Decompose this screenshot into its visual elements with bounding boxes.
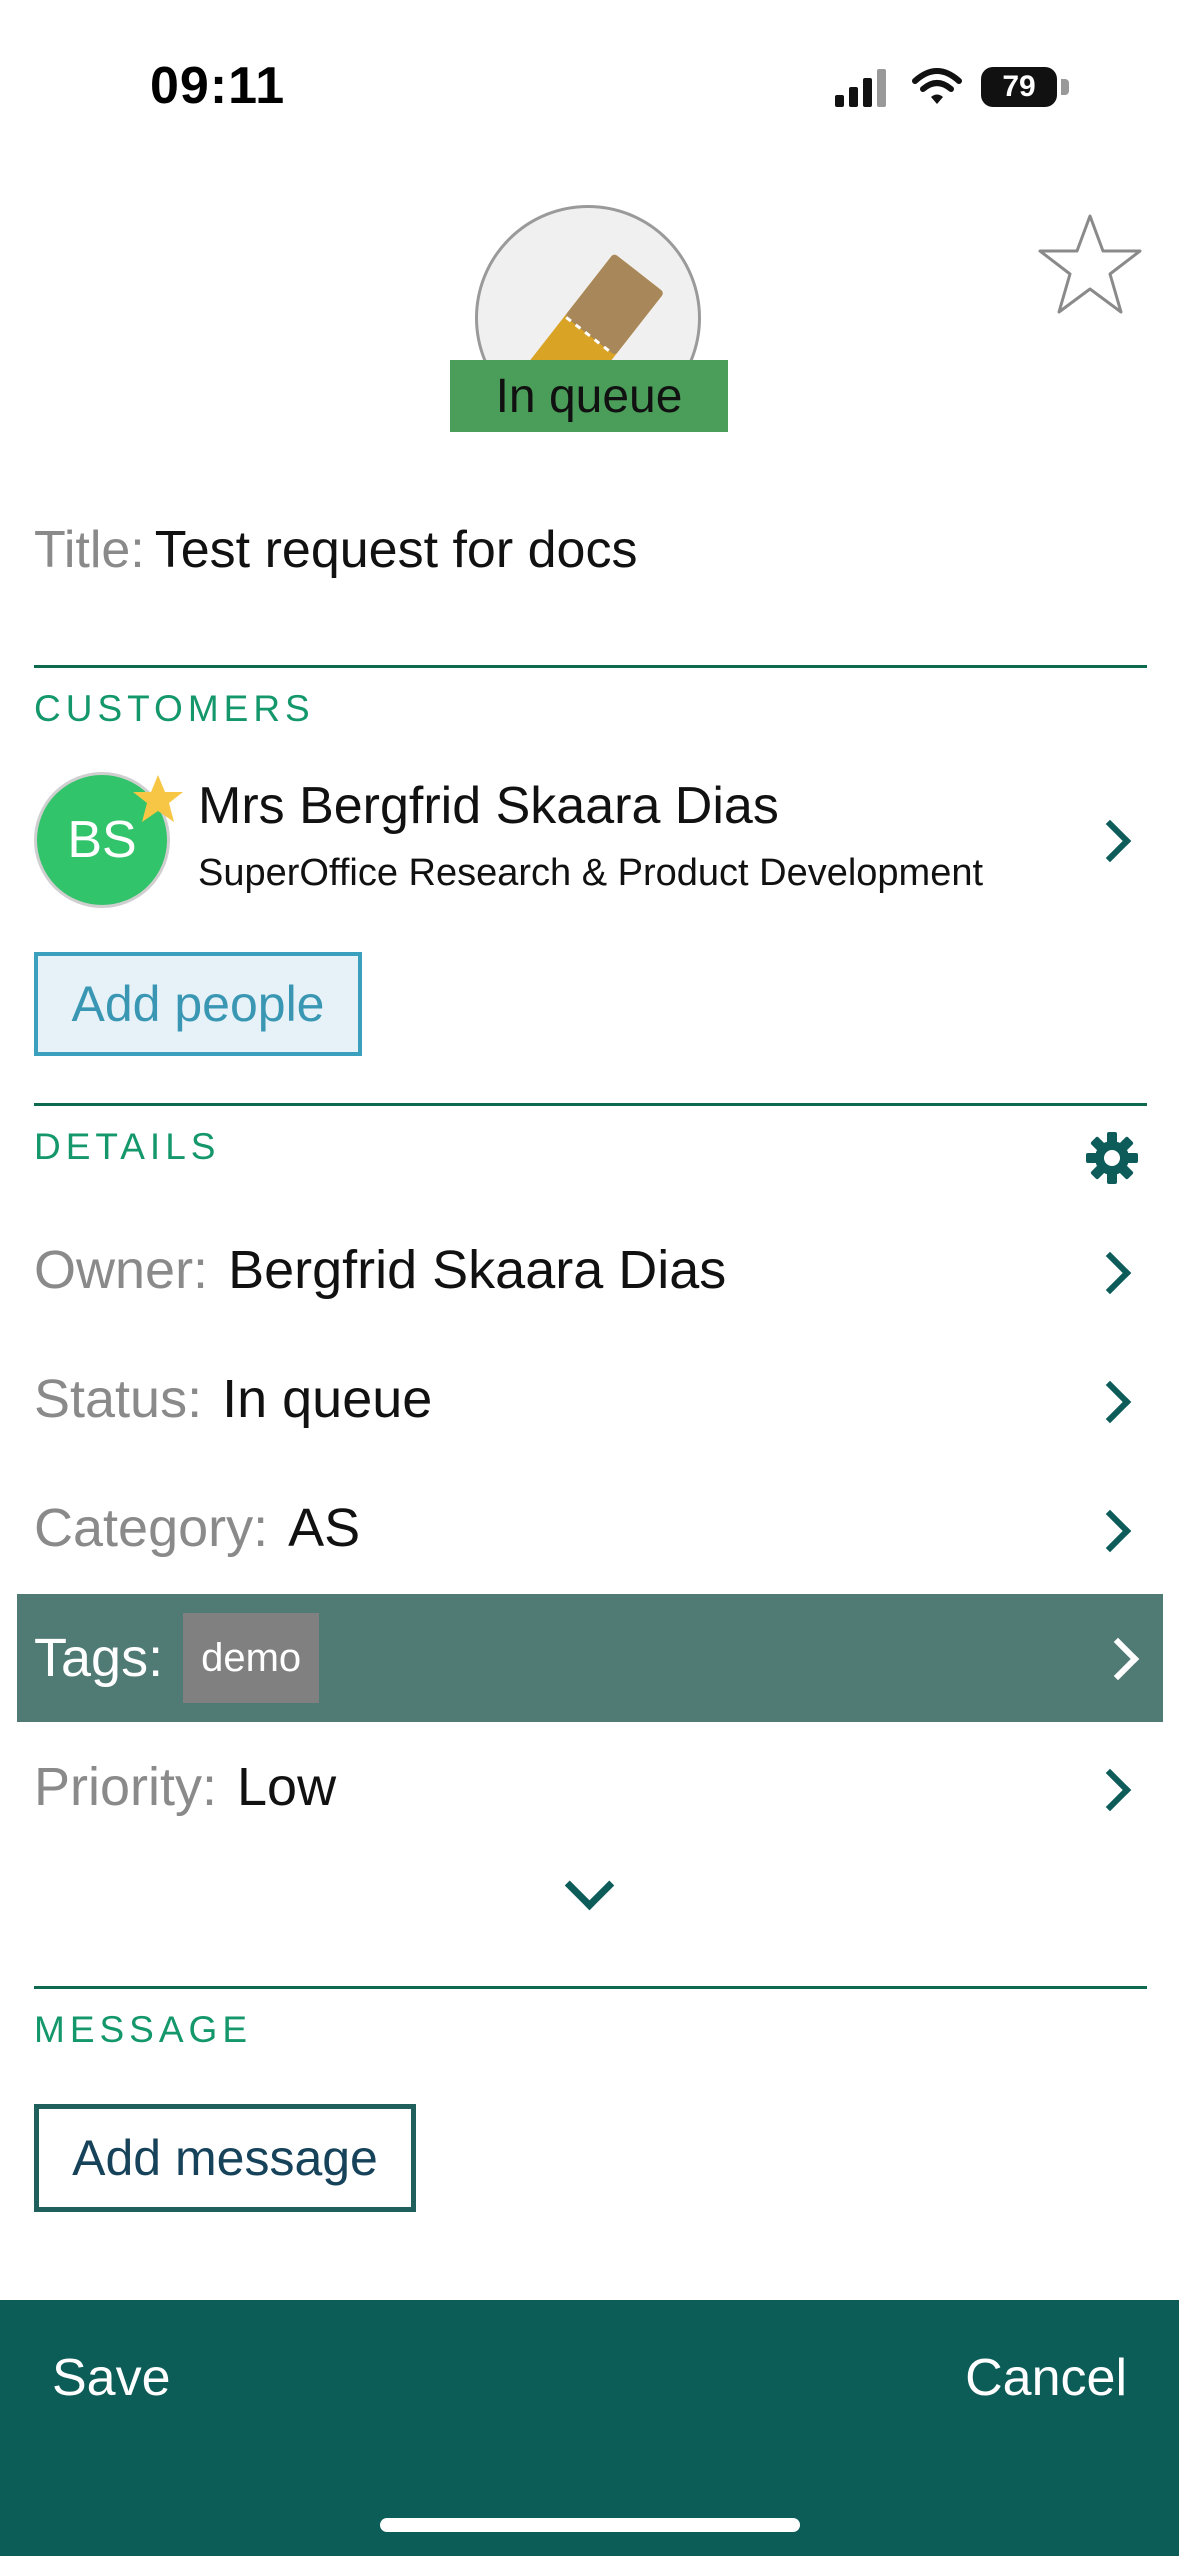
save-button[interactable]: Save bbox=[52, 2348, 171, 2408]
customer-row[interactable] bbox=[0, 760, 1179, 920]
status-label: Status: bbox=[34, 1369, 203, 1429]
wifi-icon bbox=[912, 68, 962, 104]
tag-chip: demo bbox=[183, 1613, 320, 1703]
gear-icon[interactable] bbox=[1084, 1130, 1140, 1186]
chevron-right-icon bbox=[1088, 819, 1132, 863]
details-section-heading: DETAILS bbox=[34, 1126, 221, 1167]
chevron-right-icon bbox=[1096, 1637, 1140, 1681]
category-label: Category: bbox=[34, 1498, 269, 1558]
owner-value: Bergfrid Skaara Dias bbox=[228, 1240, 727, 1300]
tags-row[interactable]: Tags: demo bbox=[17, 1594, 1163, 1722]
priority-label: Priority: bbox=[34, 1757, 218, 1817]
title-label: Title: bbox=[34, 521, 145, 579]
add-message-button[interactable]: Add message bbox=[34, 2104, 416, 2212]
divider bbox=[34, 1103, 1147, 1106]
battery-cap bbox=[1061, 79, 1069, 95]
owner-label: Owner: bbox=[34, 1240, 209, 1300]
category-row[interactable]: Category: AS bbox=[34, 1478, 1147, 1578]
priority-row[interactable]: Priority: Low bbox=[34, 1737, 1147, 1837]
chevron-right-icon bbox=[1088, 1251, 1132, 1295]
tags-label: Tags: bbox=[34, 1628, 164, 1688]
cellular-signal-icon bbox=[835, 69, 886, 107]
priority-value: Low bbox=[237, 1757, 337, 1817]
chevron-down-icon[interactable] bbox=[564, 1860, 615, 1911]
battery-icon: 79 bbox=[981, 67, 1057, 107]
add-people-button[interactable]: Add people bbox=[34, 952, 362, 1056]
home-indicator[interactable] bbox=[380, 2518, 800, 2532]
chevron-right-icon bbox=[1088, 1509, 1132, 1553]
customers-section-heading: CUSTOMERS bbox=[34, 688, 315, 729]
cancel-button[interactable]: Cancel bbox=[965, 2348, 1127, 2408]
title-field[interactable]: Title: Test request for docs bbox=[34, 520, 637, 580]
title-value: Test request for docs bbox=[154, 521, 638, 579]
favorite-star-icon[interactable] bbox=[1035, 210, 1145, 320]
status-value: In queue bbox=[222, 1369, 433, 1429]
chevron-right-icon bbox=[1088, 1768, 1132, 1812]
status-time: 09:11 bbox=[150, 57, 286, 115]
divider bbox=[34, 1986, 1147, 1989]
message-section-heading: MESSAGE bbox=[34, 2009, 252, 2050]
chevron-right-icon bbox=[1088, 1380, 1132, 1424]
status-badge: In queue bbox=[450, 360, 728, 432]
status-row[interactable]: Status: In queue bbox=[34, 1349, 1147, 1449]
category-value: AS bbox=[288, 1498, 361, 1558]
divider bbox=[34, 665, 1147, 668]
status-icons: 79 bbox=[833, 62, 1069, 112]
owner-row[interactable]: Owner: Bergfrid Skaara Dias bbox=[34, 1220, 1147, 1320]
